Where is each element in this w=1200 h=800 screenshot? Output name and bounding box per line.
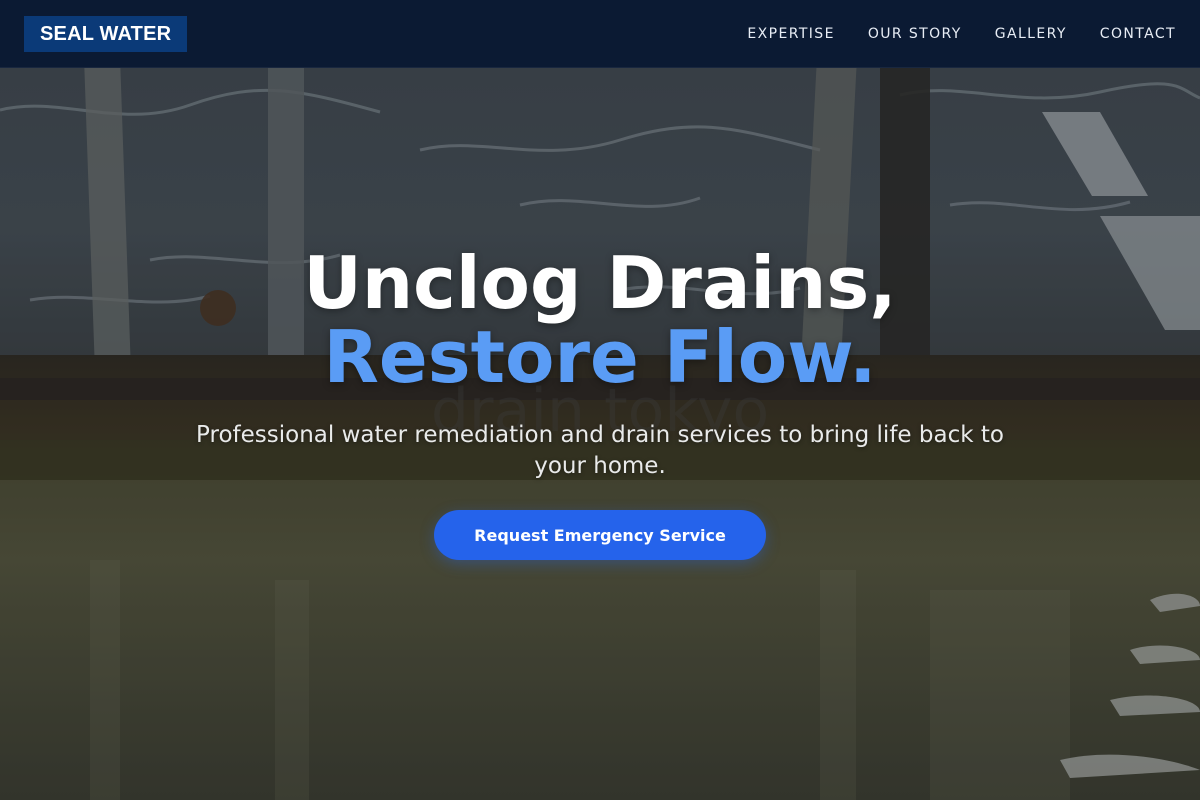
main-nav: EXPERTISE OUR STORY GALLERY CONTACT	[747, 26, 1176, 42]
nav-link-expertise[interactable]: EXPERTISE	[747, 26, 834, 42]
hero-headline-line2: Restore Flow.	[323, 315, 877, 399]
nav-link-our-story[interactable]: OUR STORY	[868, 26, 962, 42]
brand-logo[interactable]: SEAL WATER	[24, 15, 188, 52]
nav-link-contact[interactable]: CONTACT	[1100, 26, 1176, 42]
request-emergency-service-button[interactable]: Request Emergency Service	[434, 510, 766, 560]
hero-headline-line1: Unclog Drains,	[303, 241, 897, 325]
top-navbar: SEAL WATER EXPERTISE OUR STORY GALLERY C…	[0, 0, 1200, 68]
hero-section: drain tokyo Unclog Drains, Restore Flow.…	[0, 68, 1200, 800]
hero-subtitle: Professional water remediation and drain…	[196, 422, 1004, 479]
nav-link-gallery[interactable]: GALLERY	[995, 26, 1067, 42]
hero-headline: Unclog Drains, Restore Flow.	[0, 246, 1200, 394]
